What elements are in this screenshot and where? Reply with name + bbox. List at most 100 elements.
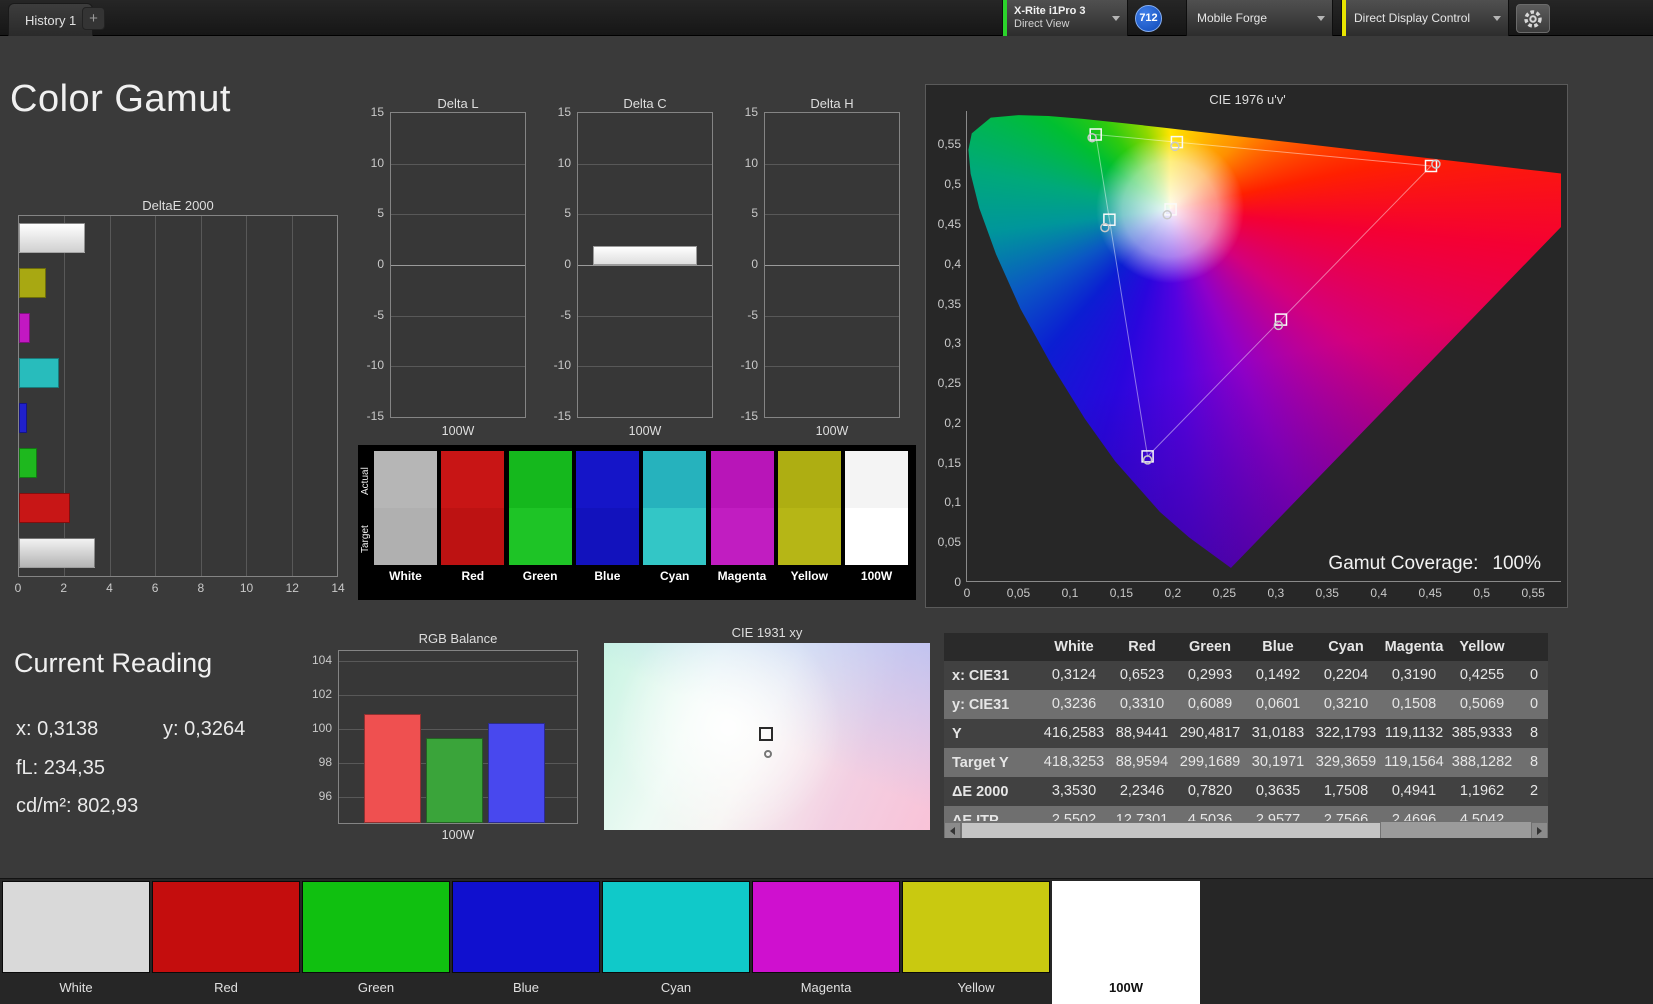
meter-count-badge: 712 bbox=[1135, 5, 1162, 32]
x-tick-label: 0 bbox=[964, 586, 971, 600]
bar-cyan bbox=[19, 358, 59, 388]
target-swatch bbox=[374, 508, 437, 565]
target-row-label: Target bbox=[360, 511, 372, 568]
delta-c-plot bbox=[577, 112, 713, 418]
actual-swatch bbox=[845, 451, 908, 508]
patch-button-green[interactable]: Green bbox=[302, 881, 450, 1004]
x-tick-label: 0,1 bbox=[1062, 586, 1079, 600]
target-swatch bbox=[509, 508, 572, 565]
gridline bbox=[292, 216, 293, 576]
patch-button-cyan[interactable]: Cyan bbox=[602, 881, 750, 1004]
row-label: Target Y bbox=[944, 748, 1040, 777]
meter-name: X-Rite i1Pro 3 bbox=[1014, 5, 1086, 18]
table-row: ΔE 20003,35302,23460,78200,36351,75080,4… bbox=[944, 777, 1548, 806]
patch-label: Blue bbox=[452, 973, 600, 1004]
pattern-source-dropdown[interactable]: Mobile Forge bbox=[1186, 0, 1333, 36]
gridline bbox=[391, 265, 525, 266]
target-swatch bbox=[441, 508, 504, 565]
cell: 0,3124 bbox=[1040, 661, 1108, 690]
left-arrow-icon bbox=[950, 827, 955, 835]
x-tick-label: 14 bbox=[331, 581, 344, 595]
gridline bbox=[201, 216, 202, 576]
swatch-label: Blue bbox=[576, 569, 639, 583]
patch-button-100w[interactable]: 100W bbox=[1052, 881, 1200, 1004]
settings-button[interactable] bbox=[1516, 4, 1550, 33]
table-scrollbar[interactable] bbox=[944, 821, 1548, 838]
column-header: Cyan bbox=[1312, 633, 1380, 661]
cell: 0,0601 bbox=[1244, 690, 1312, 719]
cell: 0,2993 bbox=[1176, 661, 1244, 690]
x-tick-label: 2 bbox=[60, 581, 67, 595]
table-row: Target Y418,325388,9594299,168930,197132… bbox=[944, 748, 1548, 777]
chart-title: Delta H bbox=[764, 96, 900, 111]
x-axis-label: 100W bbox=[390, 424, 526, 438]
target-marker bbox=[759, 727, 773, 741]
patch-button-yellow[interactable]: Yellow bbox=[902, 881, 1050, 1004]
display-control-dropdown[interactable]: Direct Display Control bbox=[1341, 0, 1509, 36]
gamut-triangle bbox=[1096, 135, 1431, 457]
patch-button-magenta[interactable]: Magenta bbox=[752, 881, 900, 1004]
cell: 416,2583 bbox=[1040, 719, 1108, 748]
patch-label: Yellow bbox=[902, 973, 1050, 1004]
row-label: y: CIE31 bbox=[944, 690, 1040, 719]
bar-green bbox=[426, 738, 483, 823]
bar-100w bbox=[19, 223, 85, 253]
cell: 385,9333 bbox=[1448, 719, 1516, 748]
actual-swatch bbox=[643, 451, 706, 508]
cell: 0,1492 bbox=[1244, 661, 1312, 690]
gridline bbox=[391, 366, 525, 367]
x-tick-label: 0,5 bbox=[1473, 586, 1490, 600]
chart-title: DeltaE 2000 bbox=[18, 198, 338, 213]
cie1931-plot bbox=[604, 643, 930, 830]
patch-button-white[interactable]: White bbox=[2, 881, 150, 1004]
add-tab-button[interactable]: + bbox=[82, 7, 105, 30]
patch-color bbox=[302, 881, 450, 973]
table-row: Y416,258388,9441290,481731,0183322,17931… bbox=[944, 719, 1548, 748]
scrollbar-thumb[interactable] bbox=[961, 822, 1381, 838]
swatch-cyan: Cyan bbox=[643, 451, 706, 593]
y-tick-label: 0 bbox=[927, 575, 961, 589]
rgb-balance-chart: RGB Balance 100W 1041021009896 bbox=[300, 631, 592, 846]
gridline bbox=[155, 216, 156, 576]
patch-label: 100W bbox=[1052, 973, 1200, 1004]
y-tick-label: 5 bbox=[356, 206, 384, 220]
cell: 0,3210 bbox=[1312, 690, 1380, 719]
y-tick-label: 0,35 bbox=[927, 297, 961, 311]
gridline bbox=[765, 366, 899, 367]
app-window: History 1 + X-Rite i1Pro 3 Direct View 7… bbox=[0, 0, 1653, 1004]
display-control-accent bbox=[1342, 0, 1346, 36]
meter-mode: Direct View bbox=[1014, 18, 1086, 31]
gridline bbox=[339, 695, 577, 696]
patch-button-red[interactable]: Red bbox=[152, 881, 300, 1004]
gamut-overlay bbox=[967, 111, 1562, 582]
column-header: Yellow bbox=[1448, 633, 1516, 661]
chart-title: Delta L bbox=[390, 96, 526, 111]
column-header: Red bbox=[1108, 633, 1176, 661]
patch-button-blue[interactable]: Blue bbox=[452, 881, 600, 1004]
gridline bbox=[578, 366, 712, 367]
meter-dropdown[interactable]: X-Rite i1Pro 3 Direct View bbox=[1002, 0, 1128, 36]
history-tab[interactable]: History 1 bbox=[8, 3, 93, 36]
x-tick-label: 0,45 bbox=[1419, 586, 1442, 600]
bar-blue bbox=[488, 723, 545, 823]
delta-l-plot bbox=[390, 112, 526, 418]
y-tick-label: -15 bbox=[543, 409, 571, 423]
x-tick-label: 4 bbox=[106, 581, 113, 595]
x-tick-label: 0,25 bbox=[1213, 586, 1236, 600]
patch-label: Green bbox=[302, 973, 450, 1004]
delta-c-chart: Delta C 100W 151050-5-10-15 bbox=[543, 96, 723, 446]
scroll-left-button[interactable] bbox=[944, 822, 961, 838]
x-tick-label: 0,4 bbox=[1370, 586, 1387, 600]
patch-color bbox=[752, 881, 900, 973]
gamut-coverage: Gamut Coverage:100% bbox=[1328, 553, 1541, 575]
cell: 322,1793 bbox=[1312, 719, 1380, 748]
y-tick-label: 102 bbox=[300, 687, 332, 701]
chart-title: Delta C bbox=[577, 96, 713, 111]
patch-color bbox=[2, 881, 150, 973]
scroll-right-button[interactable] bbox=[1531, 822, 1548, 838]
column-header: Magenta bbox=[1380, 633, 1448, 661]
swatch-label: Yellow bbox=[778, 569, 841, 583]
target-swatch bbox=[643, 508, 706, 565]
patch-color bbox=[1052, 881, 1200, 973]
cie1931-panel: CIE 1931 xy bbox=[604, 625, 930, 830]
